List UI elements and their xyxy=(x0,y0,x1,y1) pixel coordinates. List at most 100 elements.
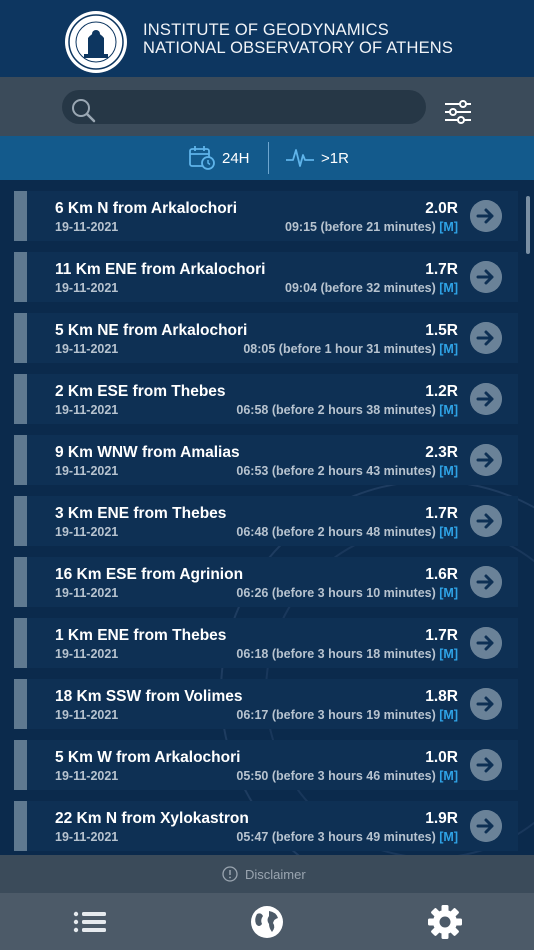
row-accent-bar xyxy=(14,801,27,851)
list-scrollbar[interactable] xyxy=(526,196,530,254)
earthquake-row[interactable]: 5 Km W from Arkalochori 1.0R 19-11-2021 05:… xyxy=(14,740,518,790)
arrow-right-icon[interactable] xyxy=(470,688,502,720)
event-time-text: 06:17 (before 3 hours 19 minutes) xyxy=(236,708,436,722)
header-title-line1: INSTITUTE OF GEODYNAMICS xyxy=(143,21,389,39)
event-location: 6 Km N from Arkalochori xyxy=(55,200,238,217)
event-magnitude-type: [M] xyxy=(439,281,458,295)
arrow-right-icon[interactable] xyxy=(470,505,502,537)
event-date: 19-11-2021 xyxy=(55,220,119,234)
magnitude-label: >1R xyxy=(321,149,349,167)
earthquake-row[interactable]: 1 Km ENE from Thebes 1.7R 19-11-2021 06:18 … xyxy=(14,618,518,668)
event-location: 9 Km WNW from Amalias xyxy=(55,444,240,461)
earthquake-row[interactable]: 5 Km NE from Arkalochori 1.5R 19-11-2021 08… xyxy=(14,313,518,363)
filter-sliders-icon[interactable] xyxy=(444,99,472,125)
event-date: 19-11-2021 xyxy=(55,281,119,295)
event-magnitude: 1.2R xyxy=(425,383,458,400)
event-time: 09:04 (before 32 minutes) [M] xyxy=(285,281,458,295)
event-date: 19-11-2021 xyxy=(55,586,119,600)
row-accent-bar xyxy=(14,618,27,668)
event-date: 19-11-2021 xyxy=(55,769,119,783)
calendar-clock-icon xyxy=(189,146,215,170)
earthquake-row[interactable]: 16 Km ESE from Agrinion 1.6R 19-11-2021 06:… xyxy=(14,557,518,607)
arrow-right-icon[interactable] xyxy=(470,383,502,415)
arrow-right-icon[interactable] xyxy=(470,749,502,781)
event-time-text: 05:47 (before 3 hours 49 minutes) xyxy=(236,830,436,844)
event-location: 16 Km ESE from Agrinion xyxy=(55,566,244,583)
event-time: 06:53 (before 2 hours 43 minutes) [M] xyxy=(236,464,458,478)
event-time-text: 05:50 (before 3 hours 46 minutes) xyxy=(236,769,436,783)
event-date: 19-11-2021 xyxy=(55,464,119,478)
globe-icon[interactable] xyxy=(247,904,287,940)
row-accent-bar xyxy=(14,374,27,424)
event-location: 3 Km ENE from Thebes xyxy=(55,505,227,522)
event-time: 06:48 (before 2 hours 48 minutes) [M] xyxy=(236,525,458,539)
event-date: 19-11-2021 xyxy=(55,708,119,722)
disclaimer-label: Disclaimer xyxy=(245,866,306,882)
earthquake-row[interactable]: 9 Km WNW from Amalias 2.3R 19-11-2021 06:53… xyxy=(14,435,518,485)
event-magnitude: 1.8R xyxy=(425,688,458,705)
arrow-right-icon[interactable] xyxy=(470,444,502,476)
event-date: 19-11-2021 xyxy=(55,647,119,661)
event-time: 06:26 (before 3 hours 10 minutes) [M] xyxy=(236,586,458,600)
earthquake-row[interactable]: 3 Km ENE from Thebes 1.7R 19-11-2021 06:48 … xyxy=(14,496,518,546)
magnitude-filter[interactable]: >1R xyxy=(285,143,349,173)
row-accent-bar xyxy=(14,191,27,241)
event-time: 06:58 (before 2 hours 38 minutes) [M] xyxy=(236,403,458,417)
search-icon xyxy=(72,99,96,123)
event-date: 19-11-2021 xyxy=(55,830,119,844)
event-magnitude-type: [M] xyxy=(439,525,458,539)
earthquake-row[interactable]: 6 Km N from Arkalochori 2.0R 19-11-2021 09:… xyxy=(14,191,518,241)
event-time: 05:50 (before 3 hours 46 minutes) [M] xyxy=(236,769,458,783)
row-accent-bar xyxy=(14,557,27,607)
arrow-right-icon[interactable] xyxy=(470,810,502,842)
event-location: 22 Km N from Xylokastron xyxy=(55,810,249,827)
event-location: 1 Km ENE from Thebes xyxy=(55,627,227,644)
event-time-text: 06:58 (before 2 hours 38 minutes) xyxy=(236,403,436,417)
event-time-text: 06:48 (before 2 hours 48 minutes) xyxy=(236,525,436,539)
info-circle-icon xyxy=(222,866,238,882)
time-range-filter[interactable]: 24H xyxy=(188,143,250,173)
arrow-right-icon[interactable] xyxy=(470,261,502,293)
earthquake-list: 6 Km N from Arkalochori 2.0R 19-11-2021 09:… xyxy=(0,180,534,855)
row-accent-bar xyxy=(14,435,27,485)
filter-bar xyxy=(0,136,534,180)
earthquake-row[interactable]: 18 Km SSW from Volimes 1.8R 19-11-2021 06:1… xyxy=(14,679,518,729)
filter-divider xyxy=(268,142,269,174)
event-date: 19-11-2021 xyxy=(55,403,119,417)
seismograph-icon xyxy=(286,149,314,167)
event-time: 06:18 (before 3 hours 18 minutes) [M] xyxy=(236,647,458,661)
row-accent-bar xyxy=(14,740,27,790)
event-magnitude-type: [M] xyxy=(439,403,458,417)
row-accent-bar xyxy=(14,679,27,729)
event-time-text: 09:04 (before 32 minutes) xyxy=(285,281,436,295)
search-input[interactable] xyxy=(62,90,426,124)
event-location: 11 Km ENE from Arkalochori xyxy=(55,261,266,278)
event-time: 09:15 (before 21 minutes) [M] xyxy=(285,220,458,234)
app-header: INSTITUTE OF GEODYNAMICS NATIONAL OBSERV… xyxy=(0,0,534,77)
disclaimer-link[interactable]: Disclaimer xyxy=(222,866,306,882)
event-location: 5 Km W from Arkalochori xyxy=(55,749,241,766)
time-range-label: 24H xyxy=(222,149,250,167)
event-location: 18 Km SSW from Volimes xyxy=(55,688,243,705)
arrow-right-icon[interactable] xyxy=(470,566,502,598)
earthquake-row[interactable]: 2 Km ESE from Thebes 1.2R 19-11-2021 06:58 … xyxy=(14,374,518,424)
event-magnitude-type: [M] xyxy=(439,464,458,478)
event-magnitude: 1.5R xyxy=(425,322,458,339)
event-magnitude-type: [M] xyxy=(439,708,458,722)
event-time-text: 08:05 (before 1 hour 31 minutes) xyxy=(243,342,436,356)
earthquake-row[interactable]: 11 Km ENE from Arkalochori 1.7R 19-11-2021… xyxy=(14,252,518,302)
event-magnitude: 1.7R xyxy=(425,627,458,644)
gear-icon[interactable] xyxy=(425,904,465,940)
arrow-right-icon[interactable] xyxy=(470,200,502,232)
event-date: 19-11-2021 xyxy=(55,525,119,539)
row-accent-bar xyxy=(14,496,27,546)
header-title-line2: NATIONAL OBSERVATORY OF ATHENS xyxy=(143,39,454,57)
arrow-right-icon[interactable] xyxy=(470,627,502,659)
list-icon[interactable] xyxy=(70,904,110,940)
event-magnitude-type: [M] xyxy=(439,586,458,600)
event-magnitude: 1.7R xyxy=(425,261,458,278)
arrow-right-icon[interactable] xyxy=(470,322,502,354)
earthquake-row[interactable]: 22 Km N from Xylokastron 1.9R 19-11-2021 05… xyxy=(14,801,518,851)
event-location: 5 Km NE from Arkalochori xyxy=(55,322,248,339)
event-magnitude-type: [M] xyxy=(439,220,458,234)
